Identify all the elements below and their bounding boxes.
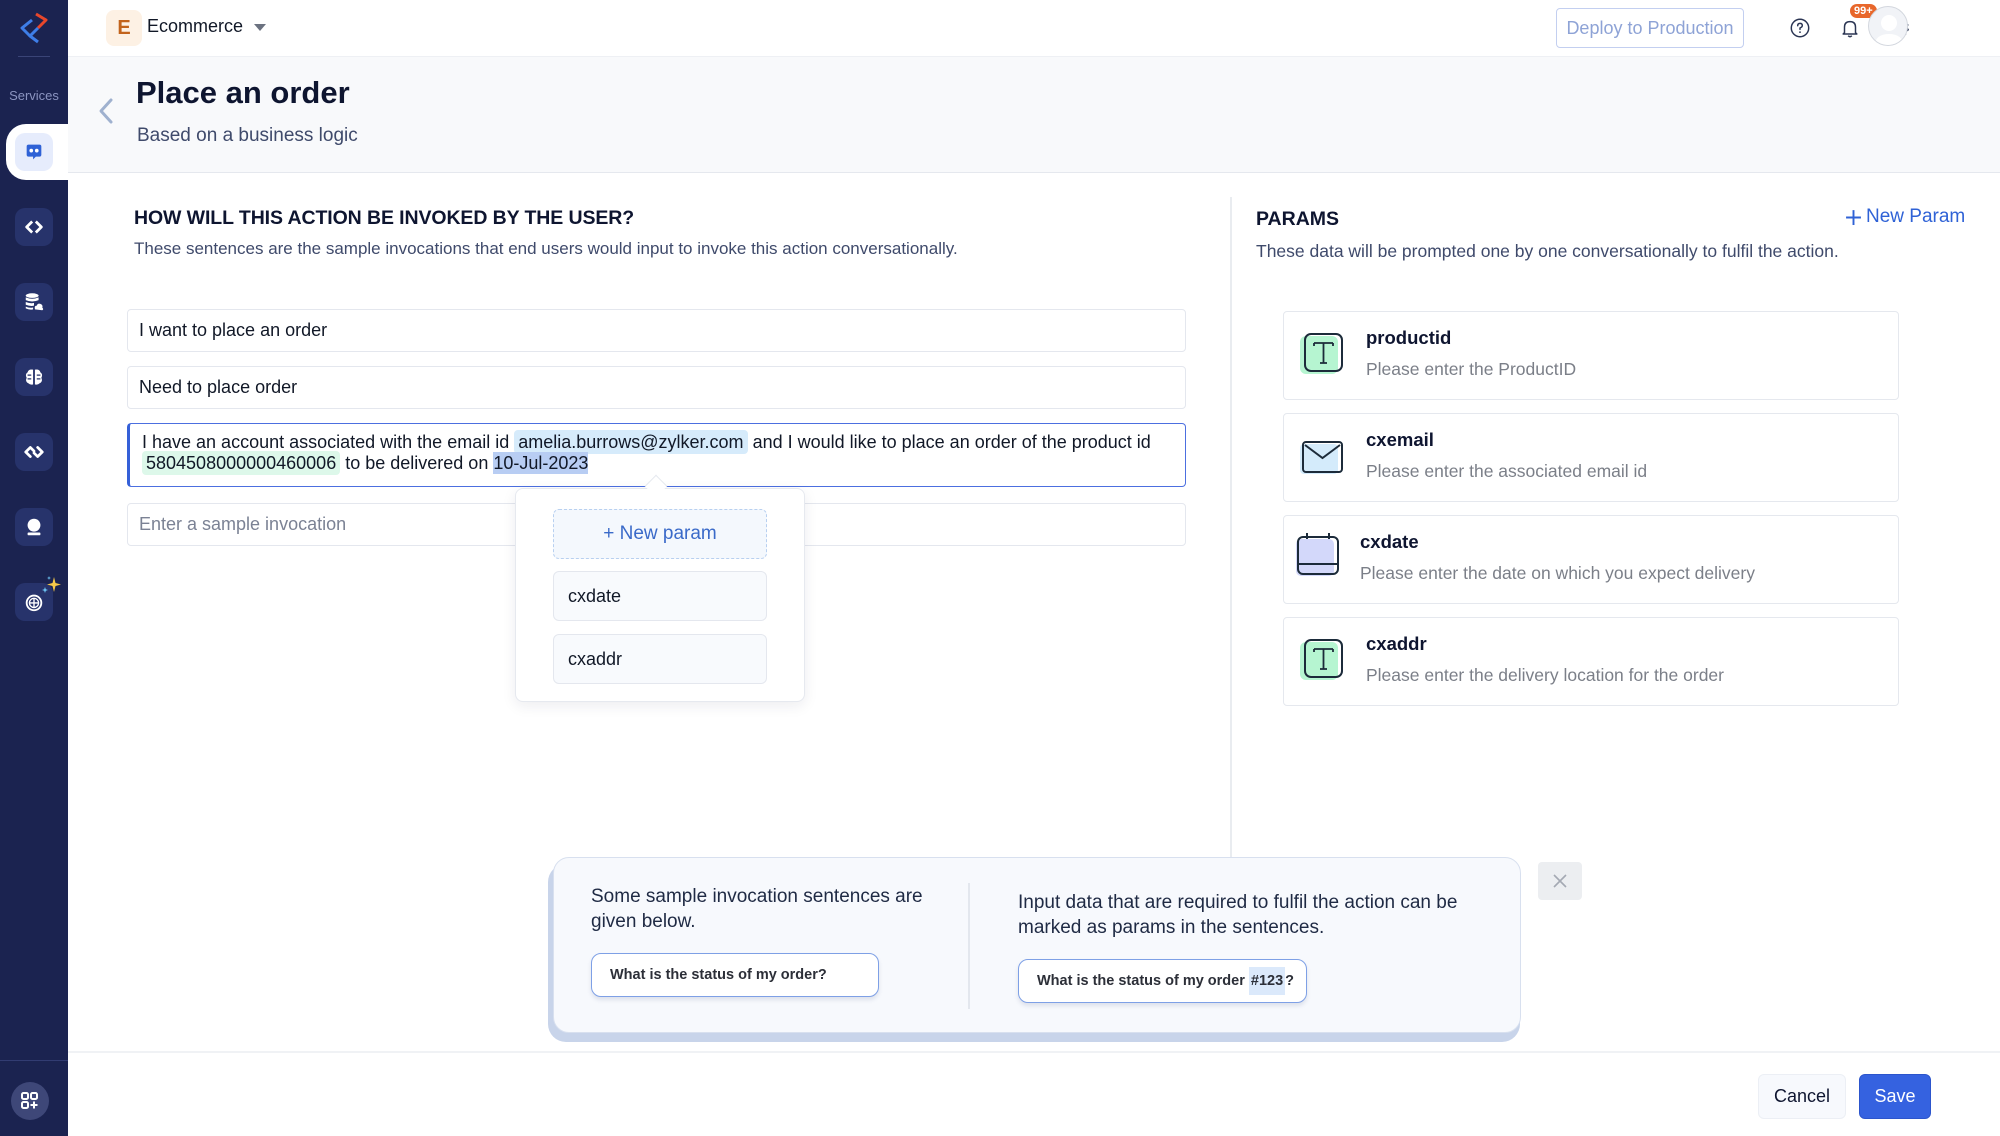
tip-example-right: What is the status of my order #123? — [1018, 959, 1307, 1003]
param-assign-popover: + New param cxdate cxaddr — [515, 488, 805, 702]
plus-icon — [1846, 209, 1861, 225]
page-header: Place an order Based on a business logic — [68, 57, 2000, 173]
text-type-icon — [1300, 639, 1343, 680]
sample-invocation-input[interactable]: I want to place an order — [127, 309, 1186, 352]
crystal-ball-icon — [27, 518, 41, 536]
sidebar-bottom-divider — [0, 1060, 68, 1061]
sample-invocation-input[interactable]: Need to place order — [127, 366, 1186, 409]
popover-new-param-button[interactable]: + New param — [553, 509, 767, 559]
avatar[interactable] — [1868, 6, 1908, 46]
services-label: Services — [9, 88, 59, 103]
sentence-text: and I would like to place an order of th… — [747, 432, 1151, 452]
database-cloud-icon — [25, 293, 44, 311]
popover-param-option[interactable]: cxaddr — [553, 634, 767, 684]
apps-add-icon — [21, 1092, 38, 1109]
project-selector[interactable]: Ecommerce — [147, 16, 243, 37]
help-button[interactable] — [1784, 12, 1816, 44]
notifications-button[interactable]: 99+ — [1834, 4, 1877, 44]
param-card-cxdate[interactable]: cxdate Please enter the date on which yo… — [1283, 515, 1899, 604]
param-prompt: Please enter the associated email id — [1366, 461, 1648, 481]
app-root: Services E Ecommerce Deploy to Productio… — [0, 0, 2000, 1136]
sidebar-item-bot[interactable] — [15, 133, 53, 171]
user-avatar-icon — [1874, 15, 1904, 45]
sparkle-icon — [42, 576, 61, 593]
sidebar-divider — [18, 56, 50, 57]
popover-param-option[interactable]: cxdate — [553, 571, 767, 621]
text-type-icon — [1300, 333, 1343, 374]
tip-example-param: #123 — [1248, 967, 1286, 995]
tip-text-right: Input data that are required to fulfil t… — [1018, 892, 1458, 938]
brain-icon — [25, 369, 43, 385]
param-prompt: Please enter the date on which you expec… — [1360, 563, 1755, 583]
tip-example-left: What is the status of my order? — [591, 953, 879, 997]
page-title: Place an order — [136, 75, 350, 110]
sidebar-item-code[interactable] — [15, 208, 53, 246]
sidebar: Services — [0, 0, 76, 1136]
sidebar-item-ai-brain[interactable] — [15, 358, 53, 396]
param-highlight-productid[interactable]: 5804508000000460006 — [142, 451, 341, 475]
param-prompt: Please enter the delivery location for t… — [1366, 665, 1724, 685]
chat-bubble-icon — [26, 144, 42, 160]
bell-icon — [1842, 20, 1858, 38]
close-icon — [1553, 874, 1567, 888]
column-divider — [1230, 197, 1232, 857]
param-name: productid — [1366, 327, 1452, 348]
email-type-icon — [1300, 441, 1343, 474]
apps-add-button[interactable] — [11, 1082, 49, 1120]
chevron-left-icon — [99, 98, 113, 124]
chevron-down-icon[interactable] — [254, 24, 266, 31]
help-icon — [1790, 18, 1810, 38]
tip-text-left: Some sample invocation sentences are giv… — [591, 886, 923, 932]
param-name: cxemail — [1366, 429, 1434, 450]
close-tips-button[interactable] — [1538, 862, 1582, 900]
param-card-cxemail[interactable]: cxemail Please enter the associated emai… — [1283, 413, 1899, 502]
tip-example-text: ? — [1285, 973, 1295, 989]
tips-divider — [968, 883, 970, 1009]
page-subtitle: Based on a business logic — [137, 125, 358, 146]
params-heading: PARAMS — [1256, 208, 1340, 230]
tips-panel: Some sample invocation sentences are giv… — [553, 857, 1521, 1033]
sentence-text: to be delivered on — [340, 453, 494, 473]
new-param-button[interactable]: New Param — [1845, 206, 1965, 228]
project-avatar[interactable]: E — [106, 10, 142, 46]
param-name: cxaddr — [1366, 633, 1427, 654]
param-prompt: Please enter the ProductID — [1366, 359, 1577, 379]
deploy-to-production-button[interactable]: Deploy to Production — [1556, 8, 1744, 48]
param-highlight-email[interactable]: amelia.burrows@zylker.com — [514, 430, 748, 454]
sentence-text: I have an account associated with the em… — [142, 432, 515, 452]
param-name: cxdate — [1360, 531, 1419, 552]
param-card-productid[interactable]: productid Please enter the ProductID — [1283, 311, 1899, 400]
footer-divider — [68, 1051, 2000, 1053]
calendar-type-icon — [1296, 533, 1339, 576]
new-param-label: New Param — [1866, 206, 1966, 227]
back-button[interactable] — [94, 93, 118, 129]
tip-example-text: What is the status of my order — [1037, 973, 1249, 989]
invocations-heading: HOW WILL THIS ACTION BE INVOKED BY THE U… — [134, 207, 635, 229]
infinity-link-icon — [24, 446, 44, 458]
param-card-cxaddr[interactable]: cxaddr Please enter the delivery locatio… — [1283, 617, 1899, 706]
top-bar: E Ecommerce Deploy to Production 99+ — [68, 0, 2000, 57]
params-description: These data will be prompted one by one c… — [1256, 241, 1839, 261]
save-button[interactable]: Save — [1859, 1074, 1931, 1119]
invocations-description: These sentences are the sample invocatio… — [134, 239, 958, 258]
cancel-button[interactable]: Cancel — [1758, 1074, 1846, 1119]
code-brackets-icon — [25, 220, 43, 234]
sidebar-item-data-store[interactable] — [15, 283, 53, 321]
sidebar-item-crystal-ball[interactable] — [15, 508, 53, 546]
sidebar-item-integrations[interactable] — [15, 433, 53, 471]
app-logo-icon[interactable] — [16, 10, 52, 46]
selected-text-date[interactable]: 10-Jul-2023 — [493, 452, 589, 474]
